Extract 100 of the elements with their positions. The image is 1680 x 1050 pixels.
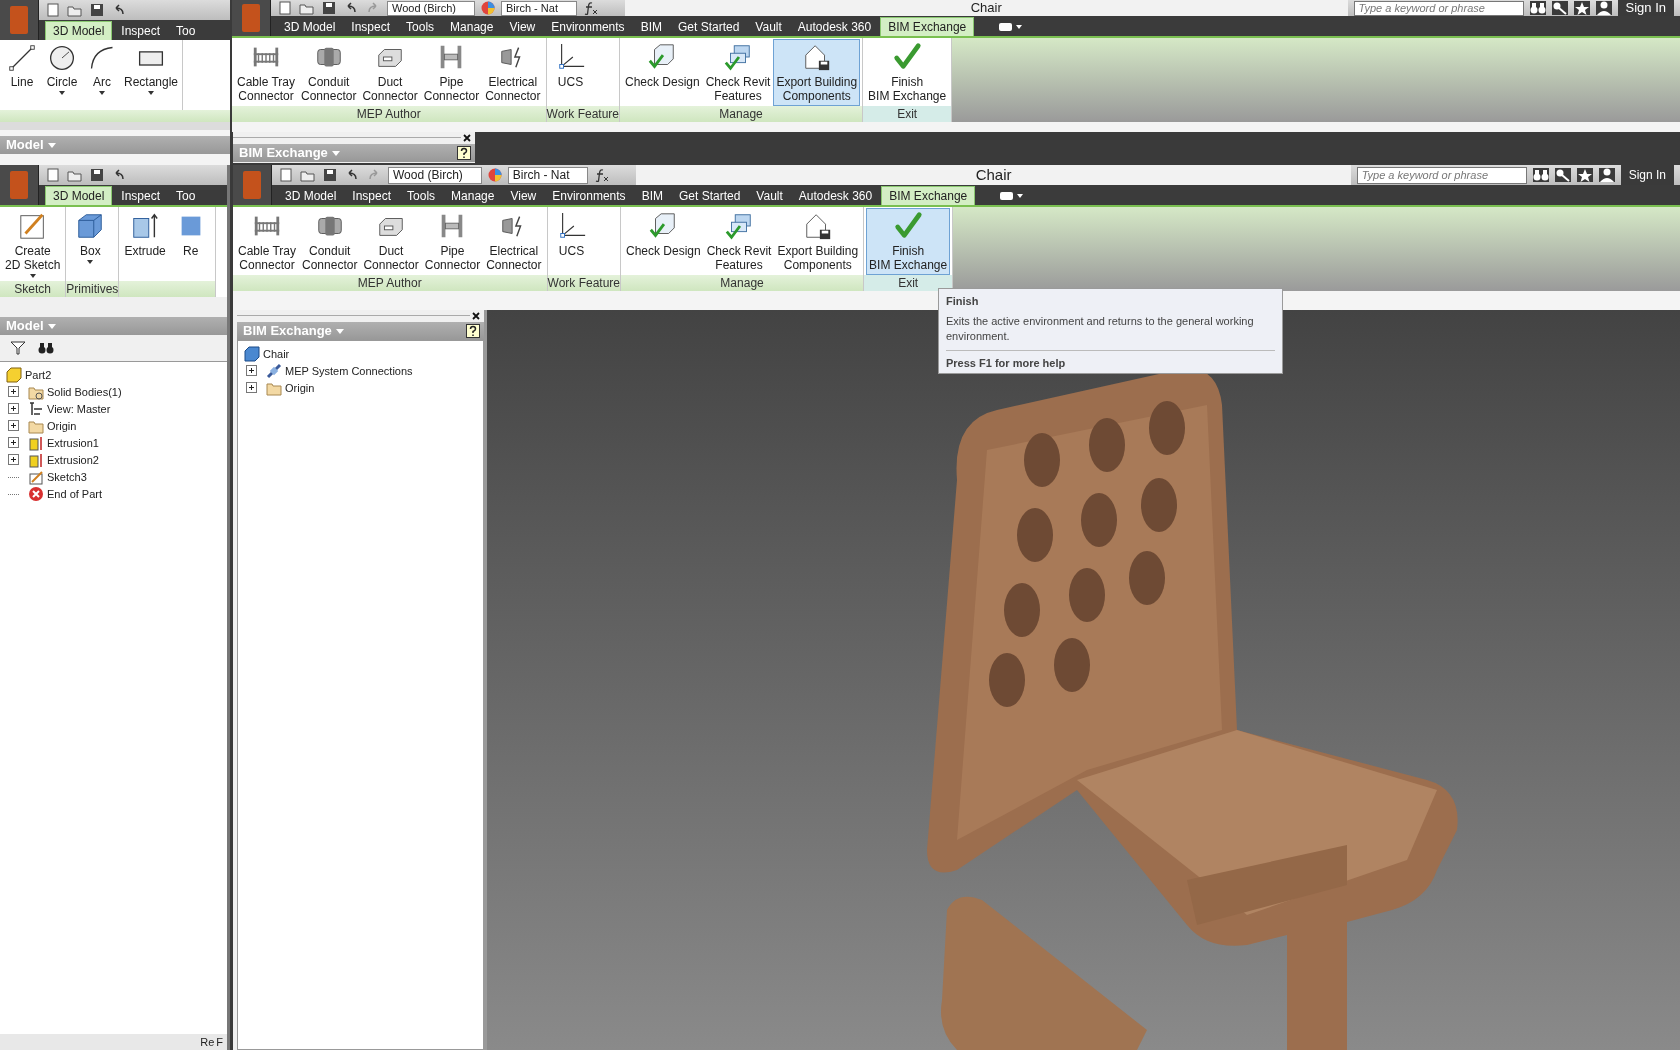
appearance-dropdown[interactable]: Birch - Nat: [501, 0, 577, 16]
binoculars-icon[interactable]: [1529, 1, 1546, 15]
ribbon-tab[interactable]: Too: [169, 187, 203, 205]
app-logo-icon[interactable]: [0, 165, 39, 205]
help-icon[interactable]: [466, 324, 480, 338]
key-icon[interactable]: [1554, 168, 1571, 182]
star-icon[interactable]: [1576, 168, 1593, 182]
ribbon-tab[interactable]: View: [503, 187, 544, 205]
ribbon-tool-button[interactable]: Check Revit Features: [703, 208, 775, 275]
open-folder-icon[interactable]: [300, 168, 316, 182]
ribbon-tool-button[interactable]: Circle: [42, 41, 82, 110]
caret-icon[interactable]: [335, 328, 344, 334]
new-file-icon[interactable]: [277, 1, 293, 15]
ribbon-tool-button[interactable]: Conduit Connector: [299, 208, 361, 275]
ribbon-tool-button[interactable]: Duct Connector: [360, 208, 422, 275]
ribbon-tab[interactable]: Autodesk 360: [790, 18, 879, 36]
ribbon-tab[interactable]: BIM: [633, 18, 669, 36]
ribbon-tool-button[interactable]: Rectangle: [122, 41, 181, 110]
ribbon-tab[interactable]: Get Started: [670, 18, 747, 36]
tree-item[interactable]: Solid Bodies(1): [47, 385, 122, 398]
expand-icon[interactable]: [8, 454, 19, 465]
star-icon[interactable]: [1573, 1, 1590, 15]
ribbon-tab[interactable]: Too: [169, 22, 203, 40]
panel-toggle-icon[interactable]: [999, 191, 1026, 201]
function-icon[interactable]: [594, 168, 611, 182]
ribbon-tab[interactable]: 3D Model: [278, 187, 344, 205]
expand-icon[interactable]: [8, 420, 19, 431]
ribbon-tool-button[interactable]: UCS: [548, 39, 593, 106]
ribbon-tab[interactable]: Inspect: [345, 187, 399, 205]
function-icon[interactable]: [582, 1, 599, 15]
panel-toggle-icon[interactable]: [998, 22, 1025, 32]
ribbon-tab[interactable]: Vault: [749, 187, 790, 205]
ribbon-tool-button[interactable]: Check Revit Features: [702, 39, 774, 106]
search-field[interactable]: Type a keyword or phrase: [1356, 166, 1527, 184]
new-file-icon[interactable]: [45, 168, 61, 182]
ribbon-tab[interactable]: Autodesk 360: [791, 187, 880, 205]
ribbon-tool-button[interactable]: Electrical Connector: [482, 39, 544, 106]
ribbon-tool-button[interactable]: Finish BIM Exchange: [866, 208, 951, 275]
ribbon-tab[interactable]: Tools: [400, 187, 443, 205]
expand-icon[interactable]: [246, 382, 257, 393]
tree-item[interactable]: MEP System Connections: [285, 364, 413, 377]
ribbon-tool-button[interactable]: Check Design: [622, 39, 703, 106]
caret-icon[interactable]: [331, 150, 340, 156]
app-logo-icon[interactable]: [232, 0, 271, 36]
tree-item[interactable]: Extrusion1: [47, 436, 99, 449]
ribbon-tab[interactable]: BIM: [634, 187, 670, 205]
ribbon-tab[interactable]: Inspect: [344, 18, 398, 36]
open-folder-icon[interactable]: [299, 1, 315, 15]
material-dropdown[interactable]: Wood (Birch): [388, 166, 482, 184]
sign-in-link[interactable]: Sign In: [1617, 0, 1674, 16]
ribbon-tab[interactable]: 3D Model: [277, 18, 343, 36]
ribbon-tab[interactable]: BIM Exchange: [880, 17, 975, 36]
expand-icon[interactable]: [8, 437, 19, 448]
ribbon-tool-button[interactable]: Export Building Components: [773, 39, 861, 106]
appearance-dropdown[interactable]: Birch - Nat: [507, 166, 589, 184]
ribbon-tool-button[interactable]: Finish BIM Exchange: [865, 39, 950, 106]
ribbon-tool-button[interactable]: Check Design: [623, 208, 704, 275]
ribbon-tab[interactable]: BIM Exchange: [881, 186, 976, 205]
new-file-icon[interactable]: [45, 3, 61, 17]
expand-icon[interactable]: [8, 386, 19, 397]
ribbon-tab[interactable]: Environments: [544, 18, 632, 36]
new-file-icon[interactable]: [278, 168, 294, 182]
save-icon[interactable]: [89, 168, 105, 182]
ribbon-tool-button[interactable]: Line: [2, 41, 42, 110]
user-icon[interactable]: [1598, 168, 1615, 182]
tree-item[interactable]: View: Master: [47, 402, 111, 415]
binoculars-icon[interactable]: [38, 341, 54, 355]
ribbon-tool-button[interactable]: Pipe Connector: [420, 39, 483, 106]
ribbon-tab[interactable]: Get Started: [671, 187, 748, 205]
ribbon-tool-button[interactable]: Conduit Connector: [298, 39, 360, 106]
ribbon-tool-button[interactable]: Electrical Connector: [483, 208, 545, 275]
tree-item[interactable]: End of Part: [47, 487, 103, 500]
ribbon-tab[interactable]: 3D Model: [45, 21, 113, 40]
tree-item[interactable]: Chair: [263, 347, 290, 360]
filter-icon[interactable]: [10, 341, 26, 355]
caret-icon[interactable]: [47, 142, 56, 148]
search-field[interactable]: Type a keyword or phrase: [1353, 0, 1524, 16]
ribbon-tool-button[interactable]: Pipe Connector: [421, 208, 484, 275]
save-icon[interactable]: [89, 3, 105, 17]
tree-item[interactable]: Origin: [285, 381, 315, 394]
ribbon-tab[interactable]: Environments: [545, 187, 633, 205]
ribbon-tool-button[interactable]: Duct Connector: [359, 39, 421, 106]
save-icon[interactable]: [321, 1, 337, 15]
expand-icon[interactable]: [8, 403, 19, 414]
help-icon[interactable]: [457, 146, 471, 160]
ribbon-tab[interactable]: Tools: [399, 18, 442, 36]
app-logo-icon[interactable]: [0, 0, 39, 40]
app-logo-icon[interactable]: [233, 165, 272, 205]
ribbon-tool-button[interactable]: Box: [68, 208, 113, 281]
tree-item[interactable]: Extrusion2: [47, 453, 99, 466]
key-icon[interactable]: [1551, 1, 1568, 15]
tree-item[interactable]: Sketch3: [47, 470, 87, 483]
ribbon-tool-button[interactable]: Export Building Components: [774, 208, 862, 275]
binoculars-icon[interactable]: [1532, 168, 1549, 182]
ribbon-tool-button[interactable]: Extrude: [121, 208, 169, 281]
tree-item[interactable]: Part2: [25, 368, 52, 381]
ribbon-tab[interactable]: Vault: [748, 18, 789, 36]
color-wheel-icon[interactable]: [487, 168, 502, 182]
color-wheel-icon[interactable]: [481, 1, 495, 15]
sign-in-link[interactable]: Sign In: [1620, 165, 1674, 185]
